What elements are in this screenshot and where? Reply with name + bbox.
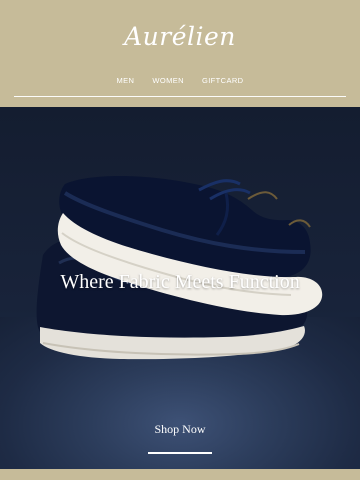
hero-headline: Where Fabric Meets Function: [60, 271, 300, 293]
nav-item-giftcard[interactable]: GIFTCARD: [202, 76, 244, 85]
brand-logo[interactable]: Aurélien: [0, 22, 360, 51]
footer-band: [0, 469, 360, 480]
nav-item-men[interactable]: MEN: [117, 76, 135, 85]
header-divider: [14, 96, 346, 97]
shop-now-underline: [148, 452, 212, 454]
hero-banner: Where Fabric Meets Function Shop Now: [0, 107, 360, 469]
nav-item-women[interactable]: WOMEN: [152, 76, 184, 85]
main-nav: MEN WOMEN GIFTCARD: [0, 76, 360, 85]
site-header: Aurélien MEN WOMEN GIFTCARD: [0, 0, 360, 107]
shop-now-button[interactable]: Shop Now: [145, 422, 215, 437]
